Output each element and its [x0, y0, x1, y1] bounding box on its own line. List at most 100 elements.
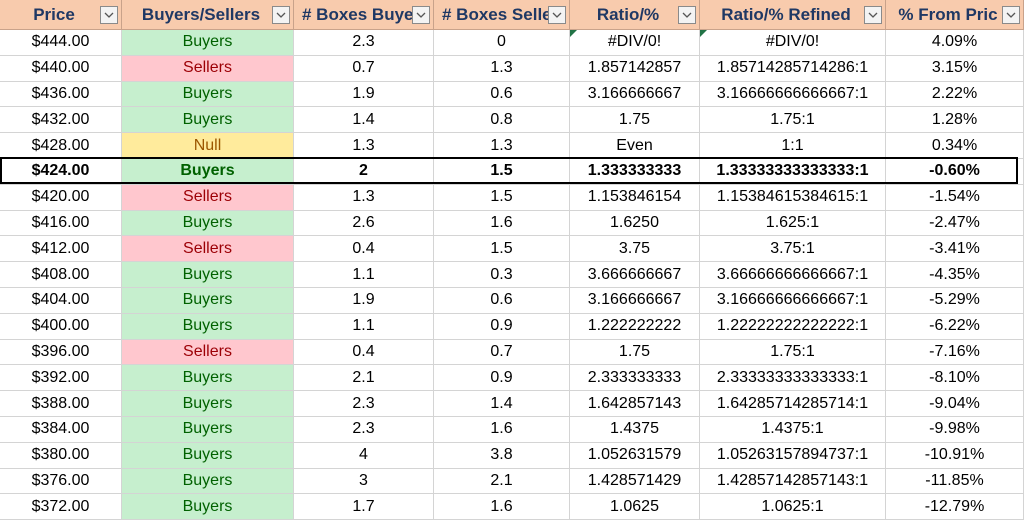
ratio-cell[interactable]: 1.75	[570, 107, 700, 134]
price-cell[interactable]: $392.00	[0, 365, 122, 392]
boxes-buyers-cell[interactable]: 1.1	[294, 262, 434, 288]
boxes-sellers-cell[interactable]: 1.3	[434, 133, 570, 159]
ratio-cell[interactable]: 1.333333333	[570, 158, 700, 185]
header-pct-from-price[interactable]: % From Pric	[886, 0, 1024, 30]
price-cell[interactable]: $412.00	[0, 236, 122, 263]
pct-from-price-cell[interactable]: -2.47%	[886, 210, 1024, 237]
pct-from-price-cell[interactable]: -11.85%	[886, 468, 1024, 495]
side-cell[interactable]: Buyers	[122, 287, 294, 314]
ratio-refined-cell[interactable]: 1.625:1	[700, 210, 886, 237]
boxes-buyers-cell[interactable]: 1.3	[294, 184, 434, 211]
boxes-sellers-cell[interactable]: 1.5	[434, 158, 570, 185]
ratio-refined-cell[interactable]: 1.33333333333333:1	[700, 158, 886, 185]
ratio-cell[interactable]: 3.166666667	[570, 81, 700, 108]
filter-dropdown-icon[interactable]	[864, 5, 882, 24]
boxes-sellers-cell[interactable]: 1.6	[434, 416, 570, 443]
boxes-sellers-cell[interactable]: 1.6	[434, 494, 570, 520]
pct-from-price-cell[interactable]: -7.16%	[886, 339, 1024, 366]
pct-from-price-cell[interactable]: -9.04%	[886, 391, 1024, 417]
price-cell[interactable]: $388.00	[0, 391, 122, 417]
ratio-cell[interactable]: #DIV/0!	[570, 30, 700, 56]
side-cell[interactable]: Sellers	[122, 55, 294, 82]
side-cell[interactable]: Sellers	[122, 339, 294, 366]
price-cell[interactable]: $384.00	[0, 416, 122, 443]
boxes-buyers-cell[interactable]: 1.4	[294, 107, 434, 134]
price-cell[interactable]: $444.00	[0, 30, 122, 56]
pct-from-price-cell[interactable]: -5.29%	[886, 287, 1024, 314]
boxes-buyers-cell[interactable]: 1.7	[294, 494, 434, 520]
ratio-cell[interactable]: 1.428571429	[570, 468, 700, 495]
ratio-cell[interactable]: 1.153846154	[570, 184, 700, 211]
ratio-refined-cell[interactable]: 1.15384615384615:1	[700, 184, 886, 211]
pct-from-price-cell[interactable]: 0.34%	[886, 133, 1024, 159]
boxes-buyers-cell[interactable]: 0.7	[294, 55, 434, 82]
boxes-buyers-cell[interactable]: 0.4	[294, 236, 434, 263]
boxes-sellers-cell[interactable]: 3.8	[434, 442, 570, 469]
filter-dropdown-icon[interactable]	[100, 5, 118, 24]
boxes-buyers-cell[interactable]: 1.9	[294, 81, 434, 108]
ratio-refined-cell[interactable]: 3.75:1	[700, 236, 886, 263]
side-cell[interactable]: Buyers	[122, 468, 294, 495]
header-ratio[interactable]: Ratio/%	[570, 0, 700, 30]
ratio-cell[interactable]: 1.6250	[570, 210, 700, 237]
pct-from-price-cell[interactable]: 1.28%	[886, 107, 1024, 134]
pct-from-price-cell[interactable]: -3.41%	[886, 236, 1024, 263]
filter-dropdown-icon[interactable]	[1002, 5, 1020, 24]
boxes-sellers-cell[interactable]: 0	[434, 30, 570, 56]
price-cell[interactable]: $440.00	[0, 55, 122, 82]
side-cell[interactable]: Buyers	[122, 262, 294, 288]
filter-dropdown-icon[interactable]	[548, 5, 566, 24]
price-cell[interactable]: $400.00	[0, 313, 122, 340]
pct-from-price-cell[interactable]: 2.22%	[886, 81, 1024, 108]
side-cell[interactable]: Null	[122, 133, 294, 159]
ratio-refined-cell[interactable]: 1.64285714285714:1	[700, 391, 886, 417]
boxes-sellers-cell[interactable]: 1.4	[434, 391, 570, 417]
ratio-refined-cell[interactable]: 1.0625:1	[700, 494, 886, 520]
boxes-sellers-cell[interactable]: 0.8	[434, 107, 570, 134]
header-boxes-sellers[interactable]: # Boxes Selle	[434, 0, 570, 30]
ratio-cell[interactable]: Even	[570, 133, 700, 159]
header-price[interactable]: Price	[0, 0, 122, 30]
side-cell[interactable]: Buyers	[122, 313, 294, 340]
price-cell[interactable]: $396.00	[0, 339, 122, 366]
header-buyers-sellers[interactable]: Buyers/Sellers	[122, 0, 294, 30]
boxes-sellers-cell[interactable]: 1.3	[434, 55, 570, 82]
ratio-cell[interactable]: 3.75	[570, 236, 700, 263]
ratio-cell[interactable]: 1.0625	[570, 494, 700, 520]
ratio-refined-cell[interactable]: 1.85714285714286:1	[700, 55, 886, 82]
boxes-buyers-cell[interactable]: 1.3	[294, 133, 434, 159]
side-cell[interactable]: Buyers	[122, 494, 294, 520]
side-cell[interactable]: Buyers	[122, 391, 294, 417]
boxes-sellers-cell[interactable]: 0.6	[434, 81, 570, 108]
side-cell[interactable]: Buyers	[122, 81, 294, 108]
price-cell[interactable]: $404.00	[0, 287, 122, 314]
boxes-buyers-cell[interactable]: 1.9	[294, 287, 434, 314]
boxes-buyers-cell[interactable]: 0.4	[294, 339, 434, 366]
ratio-cell[interactable]: 1.642857143	[570, 391, 700, 417]
ratio-cell[interactable]: 3.666666667	[570, 262, 700, 288]
side-cell[interactable]: Buyers	[122, 30, 294, 56]
side-cell[interactable]: Sellers	[122, 184, 294, 211]
pct-from-price-cell[interactable]: -10.91%	[886, 442, 1024, 469]
side-cell[interactable]: Buyers	[122, 158, 294, 185]
pct-from-price-cell[interactable]: -1.54%	[886, 184, 1024, 211]
side-cell[interactable]: Buyers	[122, 210, 294, 237]
price-cell[interactable]: $380.00	[0, 442, 122, 469]
boxes-buyers-cell[interactable]: 1.1	[294, 313, 434, 340]
boxes-sellers-cell[interactable]: 1.5	[434, 236, 570, 263]
ratio-refined-cell[interactable]: 1.75:1	[700, 339, 886, 366]
boxes-sellers-cell[interactable]: 0.7	[434, 339, 570, 366]
ratio-cell[interactable]: 1.222222222	[570, 313, 700, 340]
ratio-refined-cell[interactable]: 1.22222222222222:1	[700, 313, 886, 340]
price-cell[interactable]: $376.00	[0, 468, 122, 495]
price-cell[interactable]: $432.00	[0, 107, 122, 134]
ratio-refined-cell[interactable]: 1.42857142857143:1	[700, 468, 886, 495]
ratio-cell[interactable]: 2.333333333	[570, 365, 700, 392]
price-cell[interactable]: $408.00	[0, 262, 122, 288]
boxes-sellers-cell[interactable]: 1.5	[434, 184, 570, 211]
boxes-buyers-cell[interactable]: 2.3	[294, 416, 434, 443]
ratio-cell[interactable]: 1.857142857	[570, 55, 700, 82]
ratio-cell[interactable]: 1.052631579	[570, 442, 700, 469]
filter-dropdown-icon[interactable]	[272, 5, 290, 24]
price-cell[interactable]: $420.00	[0, 184, 122, 211]
